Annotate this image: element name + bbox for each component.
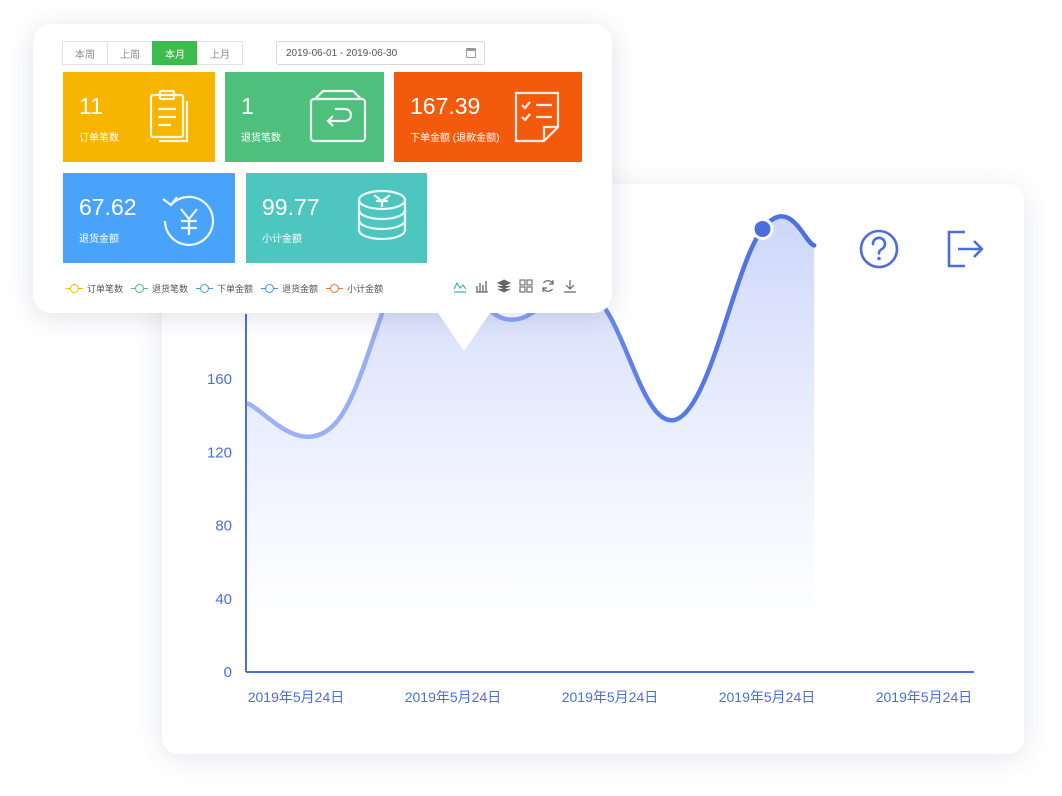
period-tab[interactable]: 本周 [62,41,108,65]
legend-marker-icon [66,283,83,293]
data-point-marker [754,220,771,237]
legend-item[interactable]: 退货笔数 [131,282,188,295]
stat-tile-refund-amount[interactable]: 67.62 退货金额 [63,173,235,263]
legend-item[interactable]: 订单笔数 [66,282,123,295]
stat-value: 99.77 [262,194,320,220]
stat-tile-subtotal[interactable]: 99.77 小计金额 [246,173,427,263]
x-tick-label: 2019年5月24日 [719,689,816,705]
x-tick-label: 2019年5月24日 [876,689,973,705]
line-chart-icon[interactable] [453,279,467,293]
date-range-text: 2019-06-01 - 2019-06-30 [286,47,398,59]
period-tab[interactable]: 上周 [107,41,153,65]
y-tick-label: 160 [207,371,232,388]
checklist-icon [514,91,560,143]
y-tick-label: 80 [215,518,232,535]
stat-label: 退货笔数 [241,133,281,144]
legend-label: 小计金额 [347,283,384,294]
period-tab[interactable]: 本月 [152,41,198,65]
period-tab[interactable]: 上月 [197,41,243,65]
popover-tail [438,313,490,351]
legend-label: 下单金额 [217,283,254,294]
stats-popover: 本周 上周 本月 上月 2019-06-01 - 2019-06-30 11 订单笔数… [33,24,612,351]
stat-tile-order-amount[interactable]: 167.39 下单金额 (退款金额) [394,72,582,162]
legend-item[interactable]: 小计金额 [326,282,383,295]
stat-value: 1 [241,93,254,119]
period-tabs: 本周 上周 本月 上月 [62,41,243,65]
legend-marker-icon [326,283,344,293]
stage: 040801201602002402019年5月24日2019年5月24日201… [0,0,1062,796]
refund-yuan-icon [162,195,215,246]
stat-tile-orders[interactable]: 11 订单笔数 [63,72,215,162]
chart-legend: 订单笔数 退货笔数 下单金额 退货金额 小计金额 [66,280,391,296]
y-tick-label: 0 [224,664,232,681]
legend-marker-icon [261,283,279,293]
legend-label: 退货笔数 [152,283,189,294]
calendar-icon[interactable] [466,48,476,58]
stack-icon[interactable] [497,279,511,293]
legend-marker-icon [131,283,149,293]
y-tick-label: 120 [207,444,232,461]
bar-chart-icon[interactable] [475,279,489,293]
x-tick-label: 2019年5月24日 [562,689,659,705]
stat-label: 下单金额 (退款金额) [410,133,500,144]
grid-icon[interactable] [519,279,533,293]
refresh-icon[interactable] [541,279,555,293]
legend-item[interactable]: 下单金额 [196,282,253,295]
x-tick-label: 2019年5月24日 [405,689,502,705]
x-tick-label: 2019年5月24日 [248,689,345,705]
legend-label: 退货金额 [282,283,319,294]
stat-label: 小计金额 [262,234,302,245]
legend-item[interactable]: 退货金额 [261,282,318,295]
stat-value: 167.39 [410,93,481,119]
y-tick-label: 40 [215,591,232,608]
stat-value: 11 [79,93,103,119]
stat-value: 67.62 [79,194,137,220]
chart-toolbox [453,279,585,293]
download-icon[interactable] [563,279,577,293]
stat-label: 订单笔数 [79,133,119,144]
stat-tile-returns[interactable]: 1 退货笔数 [225,72,384,162]
return-box-icon [309,89,367,143]
coin-stack-icon [357,189,407,241]
legend-label: 订单笔数 [87,283,124,294]
legend-marker-icon [196,283,214,293]
clipboard-icon [149,89,189,143]
stat-label: 退货金额 [79,234,119,245]
date-range-picker[interactable]: 2019-06-01 - 2019-06-30 [276,41,485,65]
